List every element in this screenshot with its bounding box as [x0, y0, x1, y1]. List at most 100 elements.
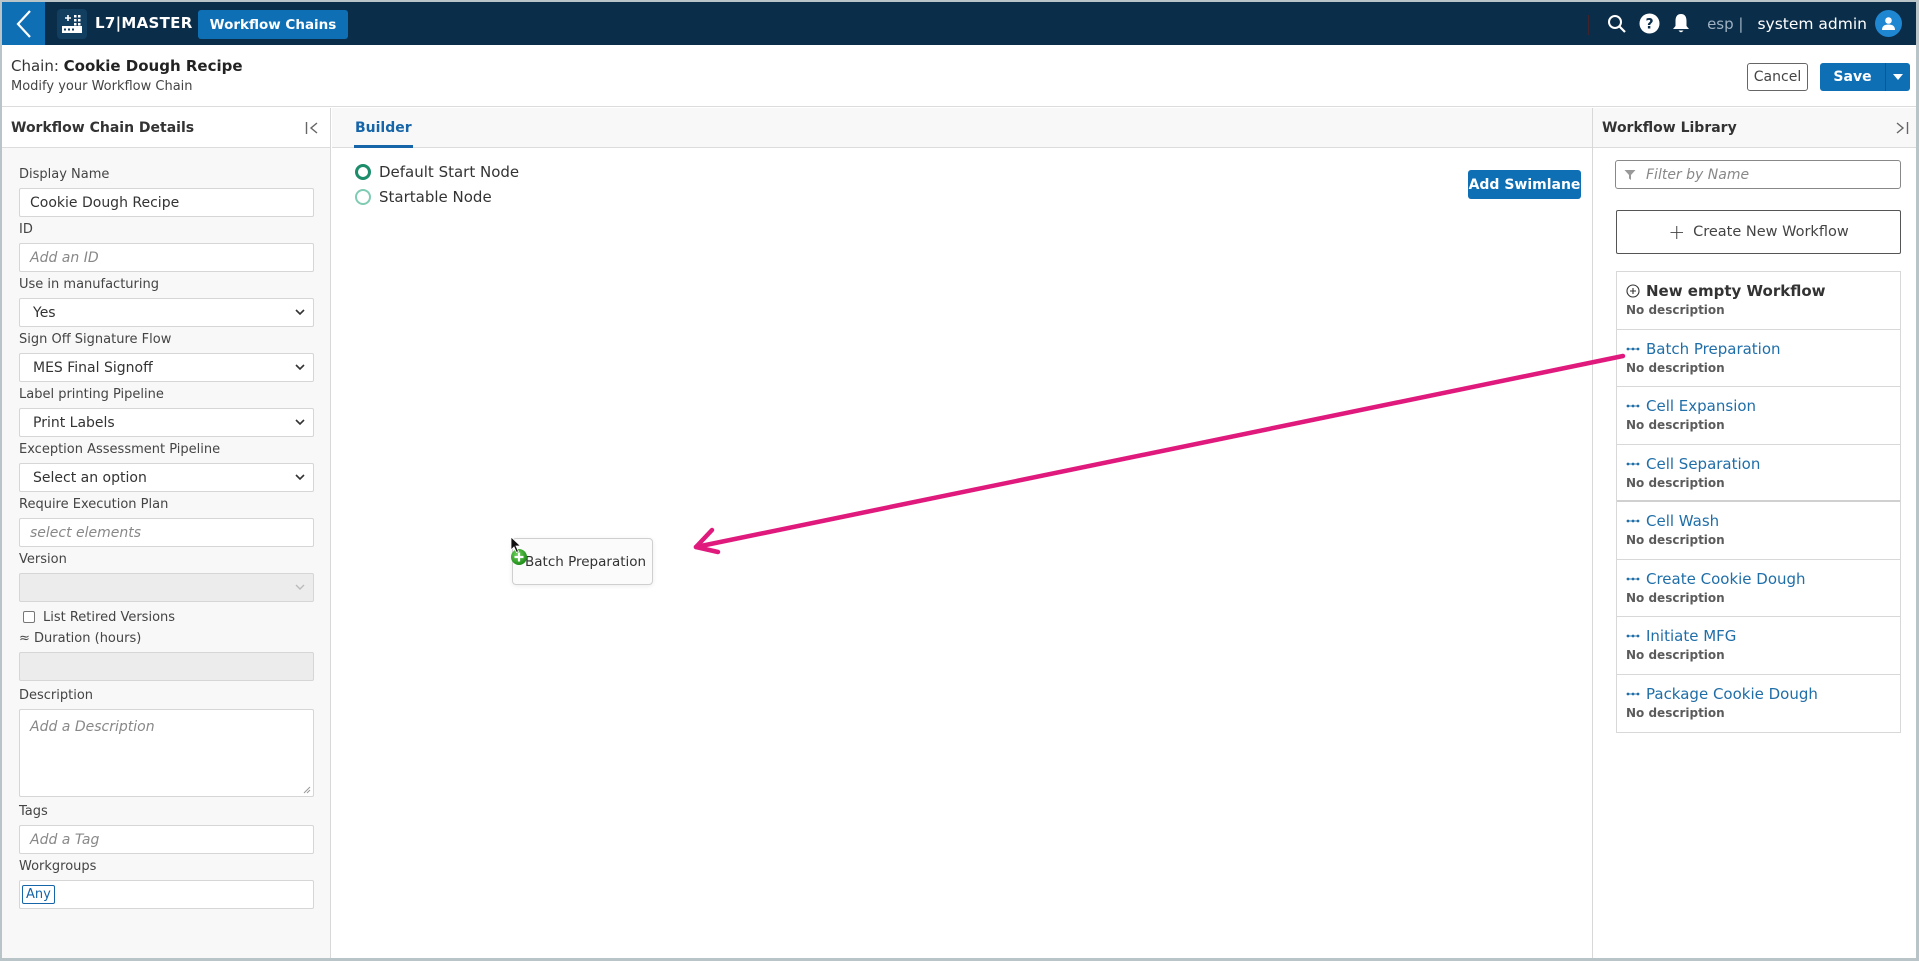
description-placeholder: Add a Description — [30, 719, 155, 735]
create-new-workflow-label: Create New Workflow — [1693, 224, 1849, 240]
tags-input[interactable]: Add a Tag — [19, 825, 314, 854]
filter-by-name-input[interactable]: Filter by Name — [1615, 160, 1901, 189]
page-header: Chain: Cookie Dough Recipe Modify your W… — [2, 45, 1916, 107]
nav-artifact — [1588, 15, 1591, 35]
filter-icon — [1624, 170, 1636, 180]
workflow-list: New empty Workflow No description Batch … — [1616, 271, 1901, 733]
search-button[interactable] — [1601, 2, 1633, 45]
drag-handle-icon — [1626, 692, 1640, 695]
version-select — [19, 573, 314, 602]
plus-icon: + — [1668, 220, 1686, 244]
cancel-button[interactable]: Cancel — [1747, 63, 1808, 91]
lab-selector[interactable]: esp | — [1707, 15, 1743, 33]
user-name[interactable]: system admin — [1757, 15, 1867, 33]
workflow-description: No description — [1626, 533, 1725, 547]
page-title: Chain: Cookie Dough Recipe — [11, 57, 243, 75]
list-item-workflow[interactable]: Batch Preparation No description — [1617, 330, 1900, 387]
drag-handle-icon — [1626, 519, 1640, 523]
title-prefix: Chain: — [11, 57, 64, 75]
workflow-name: Initiate MFG — [1646, 627, 1737, 645]
id-input[interactable]: Add an ID — [19, 243, 314, 272]
label-pipeline-value: Print Labels — [33, 414, 115, 431]
workgroups-input[interactable]: Any — [19, 880, 314, 909]
help-icon: ? — [1639, 13, 1660, 34]
add-swimlane-button[interactable]: Add Swimlane — [1468, 170, 1581, 199]
collapse-left-panel-button[interactable] — [302, 118, 322, 138]
chevron-down-icon — [295, 364, 305, 371]
legend-startable-node: Startable Node — [355, 184, 519, 209]
workflow-description: No description — [1626, 705, 1725, 720]
use-in-manufacturing-value: Yes — [33, 304, 56, 321]
exception-pipeline-value: Select an option — [33, 469, 147, 486]
label-pipeline-select[interactable]: Print Labels — [19, 408, 314, 437]
workflow-description: No description — [1626, 360, 1725, 375]
workgroups-label: Workgroups — [19, 859, 97, 874]
chevron-down-icon — [295, 584, 305, 590]
user-avatar[interactable] — [1875, 10, 1902, 37]
description-label: Description — [19, 688, 94, 703]
resize-grip-icon[interactable] — [303, 786, 311, 794]
list-item-new-empty-workflow[interactable]: New empty Workflow No description — [1617, 272, 1900, 330]
workflow-chain-details-panel: Workflow Chain Details Display Name Cook… — [2, 108, 331, 958]
workflow-library-panel: Workflow Library Filter by Name + Create… — [1592, 108, 1916, 958]
exception-pipeline-select[interactable]: Select an option — [19, 463, 314, 492]
sign-off-flow-value: MES Final Signoff — [33, 359, 153, 376]
collapse-right-icon — [1896, 122, 1909, 134]
brand-name: L7|MASTER — [95, 14, 193, 32]
list-item-workflow[interactable]: Cell Expansion No description — [1617, 387, 1900, 445]
save-split-button: Save — [1820, 63, 1910, 91]
tags-label: Tags — [19, 804, 48, 819]
search-icon — [1608, 14, 1626, 33]
app-logo — [57, 9, 87, 39]
workflow-name: Package Cookie Dough — [1646, 684, 1818, 703]
top-nav: L7|MASTER Workflow Chains ? esp | system… — [2, 2, 1916, 45]
tab-builder[interactable]: Builder — [354, 108, 413, 148]
builder-tabs: Builder — [332, 108, 1592, 148]
list-item-workflow[interactable]: Initiate MFG No description — [1617, 617, 1900, 675]
list-item-workflow[interactable]: Cell Separation No description — [1617, 445, 1900, 502]
duration-label: ≈ Duration (hours) — [19, 631, 142, 646]
id-label: ID — [19, 222, 33, 237]
display-name-input[interactable]: Cookie Dough Recipe — [19, 188, 314, 217]
drag-handle-icon — [1626, 404, 1640, 408]
description-textarea[interactable]: Add a Description — [19, 709, 314, 797]
collapse-right-panel-button[interactable] — [1892, 118, 1912, 138]
chevron-left-icon — [16, 9, 31, 38]
caret-down-icon — [1893, 74, 1903, 80]
library-panel-title: Workflow Library — [1602, 119, 1737, 136]
back-button[interactable] — [2, 2, 45, 45]
dragging-node-label: Batch Preparation — [525, 553, 647, 570]
workflow-description: No description — [1626, 418, 1725, 432]
list-retired-versions-checkbox[interactable] — [23, 611, 35, 623]
duration-input — [19, 652, 314, 681]
list-retired-versions-row: List Retired Versions — [23, 606, 314, 628]
workgroup-chip[interactable]: Any — [22, 885, 55, 904]
chevron-down-icon — [295, 474, 305, 481]
workflow-description: No description — [1626, 648, 1725, 662]
version-label: Version — [19, 552, 67, 567]
list-item-workflow[interactable]: Cell Wash No description — [1617, 502, 1900, 560]
execution-plan-input[interactable]: select elements — [19, 518, 314, 547]
dragging-workflow-node[interactable]: Batch Preparation — [511, 538, 653, 585]
save-options-button[interactable] — [1886, 63, 1910, 91]
drag-handle-icon — [1626, 347, 1640, 350]
list-item-workflow[interactable]: Package Cookie Dough No description — [1617, 675, 1900, 733]
plus-circle-icon — [1626, 284, 1640, 298]
sign-off-flow-label: Sign Off Signature Flow — [19, 332, 172, 347]
help-button[interactable]: ? — [1633, 2, 1665, 45]
create-new-workflow-button[interactable]: + Create New Workflow — [1616, 210, 1901, 254]
display-name-label: Display Name — [19, 167, 110, 182]
drag-handle-icon — [1626, 634, 1640, 638]
workflow-name: Cell Expansion — [1646, 397, 1757, 415]
workflow-description: No description — [1626, 303, 1725, 317]
workflow-name: Create Cookie Dough — [1646, 569, 1806, 588]
sign-off-flow-select[interactable]: MES Final Signoff — [19, 353, 314, 382]
nav-tab-workflow-chains[interactable]: Workflow Chains — [198, 10, 348, 39]
notifications-button[interactable] — [1665, 2, 1697, 45]
use-in-manufacturing-select[interactable]: Yes — [19, 298, 314, 327]
chevron-down-icon — [295, 419, 305, 426]
list-item-workflow[interactable]: Create Cookie Dough No description — [1617, 560, 1900, 617]
save-button[interactable]: Save — [1820, 63, 1886, 91]
workflow-name: Cell Wash — [1646, 512, 1720, 530]
nav-right: ? esp | system admin — [1601, 2, 1902, 45]
